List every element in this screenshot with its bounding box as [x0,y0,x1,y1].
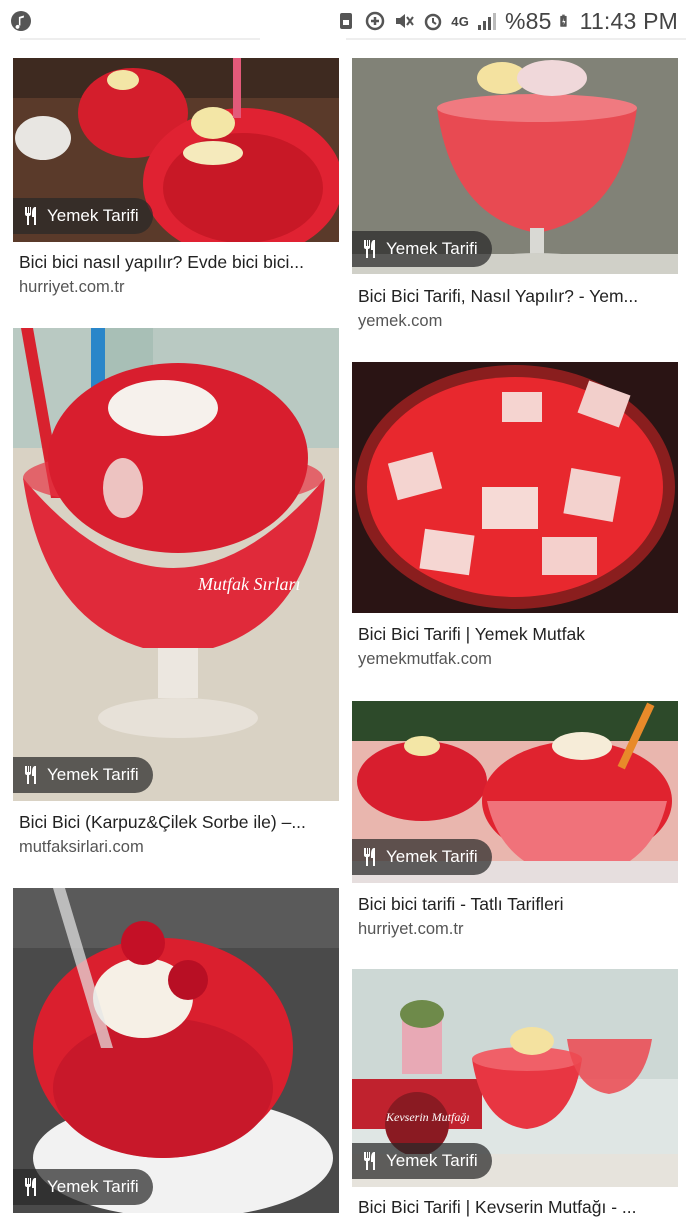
divider [20,38,260,40]
result-image[interactable]: Yemek Tarifi [13,888,339,1213]
result-image[interactable]: Yemek Tarifi [13,58,339,242]
fork-knife-icon [25,1178,36,1196]
result-image[interactable]: Mutfak Sırları Yemek Tarifi [13,328,339,801]
sim-lock-icon [340,13,353,29]
result-card[interactable]: Bici Bici Tarifi | Yemek Mutfak yemekmut… [352,362,678,682]
result-title[interactable]: Bici bici tarifi - Tatlı Tarifleri [358,894,674,915]
result-card[interactable]: Yemek Tarifi [13,888,339,1227]
watermark: Kevserin Mutfağı [385,1110,470,1124]
recipe-badge: Yemek Tarifi [352,839,492,875]
data-saver-icon [366,11,385,31]
status-bar: 4G %85 11:43 PM [0,0,690,42]
fork-knife-icon [364,1152,375,1170]
result-image[interactable]: Yemek Tarifi [352,58,678,274]
watermark: Mutfak Sırları [197,574,301,594]
badge-label: Yemek Tarifi [386,847,478,866]
result-card[interactable]: Mutfak Sırları Yemek Tarifi Bici Bici (K… [13,328,339,868]
clock: 11:43 PM [579,7,678,34]
recipe-badge: Yemek Tarifi [13,198,153,234]
result-card[interactable]: Yemek Tarifi Bici Bici Tarifi, Nasıl Yap… [352,58,678,343]
recipe-badge: Yemek Tarifi [352,1143,492,1179]
result-card[interactable]: Yemek Tarifi Bici bici nasıl yapılır? Ev… [13,58,339,308]
fork-knife-icon [364,240,375,258]
recipe-badge: Yemek Tarifi [352,231,492,267]
result-card[interactable]: Yemek Tarifi Bici bici tarifi - Tatlı Ta… [352,701,678,949]
recipe-badge: Yemek Tarifi [13,757,153,793]
result-source: hurriyet.com.tr [358,920,464,938]
recipe-badge: Yemek Tarifi [13,1169,153,1205]
alarm-icon [425,13,442,31]
fork-knife-icon [25,766,36,784]
badge-label: Yemek Tarifi [47,206,139,225]
result-title[interactable]: Bici Bici Tarifi, Nasıl Yapılır? - Yem..… [358,286,674,307]
result-title[interactable]: Bici Bici Tarifi | Kevserin Mutfağı - ..… [358,1197,674,1218]
badge-label: Yemek Tarifi [386,239,478,258]
result-card[interactable]: Kevserin Mutfağı Yemek Tarifi Bici Bici … [352,969,678,1227]
badge-label: Yemek Tarifi [386,1151,478,1170]
result-source: hurriyet.com.tr [19,278,125,296]
status-icons: 4G %85 11:43 PM [335,6,678,36]
network-type: 4G [451,13,470,29]
signal-icon [478,13,497,30]
result-title[interactable]: Bici Bici Tarifi | Yemek Mutfak [358,624,674,645]
fork-knife-icon [364,848,375,866]
result-title[interactable]: Bici bici nasıl yapılır? Evde bici bici.… [19,252,335,273]
fork-knife-icon [25,207,36,225]
mute-icon [396,14,415,28]
result-image[interactable]: Yemek Tarifi [352,701,678,883]
music-note-icon [11,11,31,31]
badge-label: Yemek Tarifi [47,765,139,784]
result-title[interactable]: Bici Bici (Karpuz&Çilek Sorbe ile) –... [19,812,335,833]
result-source: mutfaksirlari.com [19,838,144,856]
divider [346,38,686,40]
battery-percent: %85 [505,7,552,34]
battery-charging-icon [559,14,567,27]
result-source: yemek.com [358,312,443,330]
result-image[interactable] [352,362,678,613]
badge-label: Yemek Tarifi [47,1177,139,1196]
result-source: yemekmutfak.com [358,650,492,668]
result-image[interactable]: Kevserin Mutfağı Yemek Tarifi [352,969,678,1187]
